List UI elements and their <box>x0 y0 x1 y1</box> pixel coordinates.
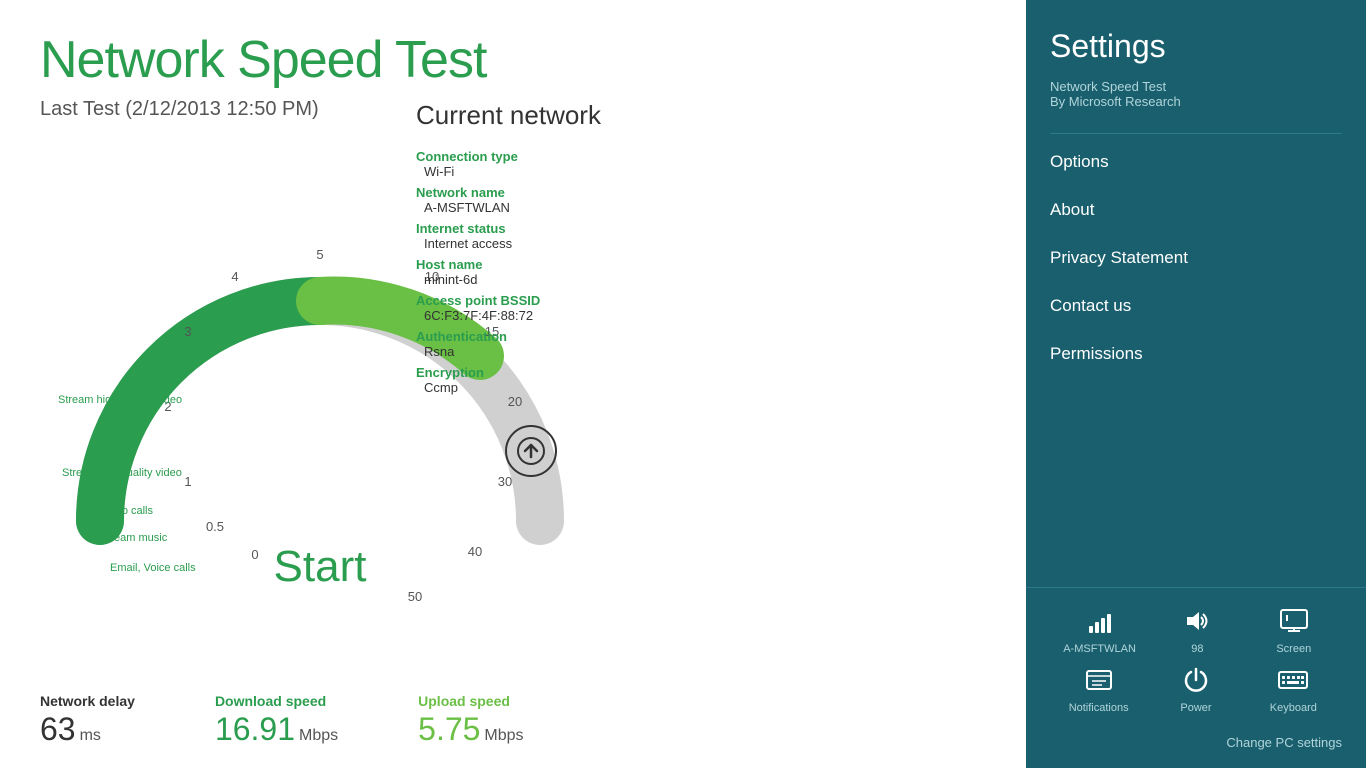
network-delay-label: Network delay <box>40 693 135 709</box>
wifi-label: A-MSFTWLAN <box>1063 643 1136 655</box>
download-unit: Mbps <box>299 727 338 744</box>
connection-type-label: Connection type <box>416 149 646 164</box>
settings-title: Settings <box>1050 28 1342 65</box>
access-point-value: 6C:F3:7F:4F:88:72 <box>416 308 646 323</box>
keyboard-label: Keyboard <box>1270 702 1317 714</box>
screen-icon-item[interactable]: Screen <box>1259 608 1329 655</box>
change-pc-link[interactable]: Change PC settings <box>1226 735 1342 750</box>
encryption-label: Encryption <box>416 365 646 380</box>
internet-status-row: Internet status Internet access <box>416 221 646 251</box>
wifi-icon <box>1086 608 1114 639</box>
svg-text:Stream low-quality video: Stream low-quality video <box>62 467 182 479</box>
wifi-icon-item[interactable]: A-MSFTWLAN <box>1063 608 1136 655</box>
svg-text:Video calls: Video calls <box>100 505 153 517</box>
keyboard-icon-item[interactable]: Keyboard <box>1258 667 1328 714</box>
svg-text:40: 40 <box>468 544 482 559</box>
network-delay-block: Network delay 63ms <box>40 693 135 748</box>
upload-icon-area <box>416 425 646 477</box>
app-title: Network Speed Test <box>40 30 986 90</box>
settings-sidebar: Settings Network Speed Test By Microsoft… <box>1026 0 1366 768</box>
change-pc-row: Change PC settings <box>1050 726 1342 768</box>
svg-text:Email, Voice calls: Email, Voice calls <box>110 562 196 574</box>
svg-text:4: 4 <box>231 269 238 284</box>
screen-icon <box>1279 608 1309 639</box>
download-value: 16.91 <box>215 711 295 747</box>
notifications-icon <box>1085 667 1113 698</box>
screen-label: Screen <box>1276 643 1311 655</box>
connection-type-value: Wi-Fi <box>416 164 646 179</box>
svg-text:1: 1 <box>184 474 191 489</box>
keyboard-icon <box>1278 667 1308 698</box>
internet-status-label: Internet status <box>416 221 646 236</box>
network-name-row: Network name A-MSFTWLAN <box>416 185 646 215</box>
network-name-label: Network name <box>416 185 646 200</box>
power-icon <box>1182 667 1210 698</box>
volume-label: 98 <box>1191 643 1203 655</box>
authentication-value: Rsna <box>416 344 646 359</box>
sidebar-app-name: Network Speed Test <box>1050 79 1342 94</box>
connection-type-row: Connection type Wi-Fi <box>416 149 646 179</box>
upload-speed-block: Upload speed 5.75Mbps <box>418 693 523 748</box>
svg-text:Stream high-quality video: Stream high-quality video <box>58 394 182 406</box>
menu-item-about[interactable]: About <box>1050 186 1342 234</box>
svg-text:0: 0 <box>251 547 258 562</box>
system-divider <box>1026 587 1366 588</box>
notifications-label: Notifications <box>1069 702 1129 714</box>
download-label: Download speed <box>215 693 338 709</box>
authentication-label: Authentication <box>416 329 646 344</box>
menu-item-permissions[interactable]: Permissions <box>1050 330 1342 378</box>
internet-status-value: Internet access <box>416 236 646 251</box>
menu-divider-top <box>1050 133 1342 134</box>
system-icons-row2: Notifications Power <box>1050 661 1342 726</box>
host-name-row: Host name minint-6d <box>416 257 646 287</box>
authentication-row: Authentication Rsna <box>416 329 646 359</box>
notifications-icon-item[interactable]: Notifications <box>1064 667 1134 714</box>
svg-text:0.5: 0.5 <box>206 519 224 534</box>
host-name-label: Host name <box>416 257 646 272</box>
network-delay-value: 63 <box>40 711 76 747</box>
svg-text:5: 5 <box>316 247 323 262</box>
network-delay-unit: ms <box>80 727 101 744</box>
app-info: Network Speed Test By Microsoft Research <box>1050 79 1342 109</box>
host-name-value: minint-6d <box>416 272 646 287</box>
upload-unit: Mbps <box>484 727 523 744</box>
upload-label: Upload speed <box>418 693 523 709</box>
menu-item-privacy[interactable]: Privacy Statement <box>1050 234 1342 282</box>
volume-icon <box>1183 608 1211 639</box>
svg-text:3: 3 <box>184 324 191 339</box>
download-speed-block: Download speed 16.91Mbps <box>215 693 338 748</box>
upload-icon <box>505 425 557 477</box>
stats-row: Network delay 63ms Download speed 16.91M… <box>40 693 606 748</box>
system-icons-row1: A-MSFTWLAN 98 Scr <box>1050 596 1342 661</box>
gauge-section: 0 0.5 1 2 3 4 5 10 15 20 30 <box>40 141 986 621</box>
network-panel: Current network Connection type Wi-Fi Ne… <box>416 100 646 477</box>
network-name-value: A-MSFTWLAN <box>416 200 646 215</box>
encryption-value: Ccmp <box>416 380 646 395</box>
volume-icon-item[interactable]: 98 <box>1162 608 1232 655</box>
svg-text:Start: Start <box>274 542 367 591</box>
sidebar-app-by: By Microsoft Research <box>1050 94 1342 109</box>
access-point-label: Access point BSSID <box>416 293 646 308</box>
access-point-row: Access point BSSID 6C:F3:7F:4F:88:72 <box>416 293 646 323</box>
svg-text:50: 50 <box>408 589 422 604</box>
power-icon-item[interactable]: Power <box>1161 667 1231 714</box>
power-label: Power <box>1180 702 1211 714</box>
upload-value: 5.75 <box>418 711 480 747</box>
menu-item-options[interactable]: Options <box>1050 138 1342 186</box>
svg-text:Stream music: Stream music <box>100 532 168 544</box>
encryption-row: Encryption Ccmp <box>416 365 646 395</box>
network-title: Current network <box>416 100 646 131</box>
main-content: Network Speed Test Last Test (2/12/2013 … <box>0 0 1026 768</box>
menu-item-contact[interactable]: Contact us <box>1050 282 1342 330</box>
